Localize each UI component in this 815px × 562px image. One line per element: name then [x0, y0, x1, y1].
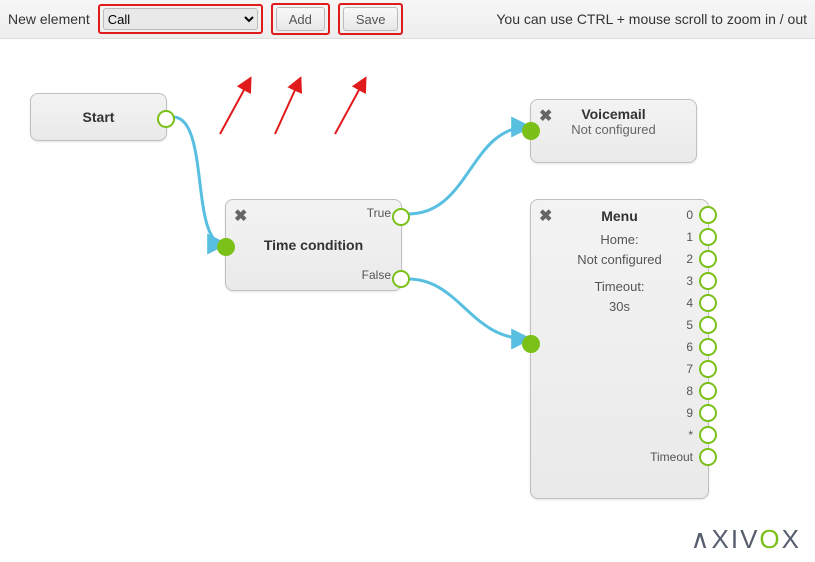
add-button[interactable]: Add	[276, 7, 325, 31]
highlight-select: Call	[98, 4, 263, 34]
new-element-label: New element	[8, 11, 90, 27]
port-menu-out-8[interactable]	[699, 382, 717, 400]
port-menu-out-2[interactable]	[699, 250, 717, 268]
menu-port-label: 1	[645, 230, 693, 244]
node-voicemail-title: Voicemail	[531, 106, 696, 122]
port-time-false[interactable]	[392, 270, 410, 288]
menu-port-row: 5	[645, 318, 717, 332]
node-voicemail-status: Not configured	[531, 122, 696, 137]
menu-port-row: 7	[645, 362, 717, 376]
menu-port-row: 4	[645, 296, 717, 310]
port-time-true-label: True	[367, 206, 391, 220]
node-start[interactable]: Start	[30, 93, 167, 141]
menu-port-label: 3	[645, 274, 693, 288]
menu-port-label: Timeout	[645, 450, 693, 464]
port-time-in[interactable]	[217, 238, 235, 256]
toolbar: New element Call Add Save You can use CT…	[0, 0, 815, 39]
zoom-hint: You can use CTRL + mouse scroll to zoom …	[496, 11, 807, 27]
port-time-true[interactable]	[392, 208, 410, 226]
brand-a: ∧XI	[690, 524, 740, 554]
menu-port-row: Timeout	[645, 450, 717, 464]
new-element-select[interactable]: Call	[103, 8, 258, 30]
node-menu[interactable]: ✖ Menu Home: Not configured Timeout: 30s…	[530, 199, 709, 499]
port-menu-out-3[interactable]	[699, 272, 717, 290]
menu-port-row: 0	[645, 208, 717, 222]
menu-port-label: 5	[645, 318, 693, 332]
menu-port-label: 6	[645, 340, 693, 354]
menu-port-row: 6	[645, 340, 717, 354]
port-menu-out-7[interactable]	[699, 360, 717, 378]
port-menu-out-4[interactable]	[699, 294, 717, 312]
brand-logo: ∧XIVOX	[690, 524, 801, 555]
menu-port-row: 9	[645, 406, 717, 420]
node-start-title: Start	[83, 109, 115, 125]
menu-port-label: 4	[645, 296, 693, 310]
port-time-false-label: False	[362, 268, 391, 282]
menu-port-label: *	[645, 428, 693, 442]
menu-port-row: 2	[645, 252, 717, 266]
node-time-condition[interactable]: ✖ Time condition True False	[225, 199, 402, 291]
node-voicemail[interactable]: ✖ Voicemail Not configured	[530, 99, 697, 163]
port-voicemail-in[interactable]	[522, 122, 540, 140]
close-icon[interactable]: ✖	[539, 106, 552, 126]
port-menu-out-*[interactable]	[699, 426, 717, 444]
menu-output-ports: 0 1 2 3 4 5 6 7 8 9 * Timeout	[645, 208, 717, 464]
menu-port-label: 2	[645, 252, 693, 266]
menu-port-row: 3	[645, 274, 717, 288]
highlight-save: Save	[338, 3, 404, 35]
port-menu-in[interactable]	[522, 335, 540, 353]
node-time-title: Time condition	[264, 237, 363, 253]
menu-port-row: 8	[645, 384, 717, 398]
menu-port-label: 7	[645, 362, 693, 376]
port-menu-out-0[interactable]	[699, 206, 717, 224]
dialplan-canvas[interactable]: Start ✖ Time condition True False ✖ Voic…	[0, 39, 815, 562]
port-menu-out-5[interactable]	[699, 316, 717, 334]
menu-port-label: 9	[645, 406, 693, 420]
port-start-out[interactable]	[157, 110, 175, 128]
menu-port-row: 1	[645, 230, 717, 244]
highlight-add: Add	[271, 3, 330, 35]
menu-port-label: 0	[645, 208, 693, 222]
port-menu-out-6[interactable]	[699, 338, 717, 356]
menu-port-label: 8	[645, 384, 693, 398]
port-menu-out-9[interactable]	[699, 404, 717, 422]
port-menu-out-1[interactable]	[699, 228, 717, 246]
save-button[interactable]: Save	[343, 7, 399, 31]
close-icon[interactable]: ✖	[234, 206, 247, 226]
menu-port-row: *	[645, 428, 717, 442]
close-icon[interactable]: ✖	[539, 206, 552, 226]
port-menu-out-Timeout[interactable]	[699, 448, 717, 466]
